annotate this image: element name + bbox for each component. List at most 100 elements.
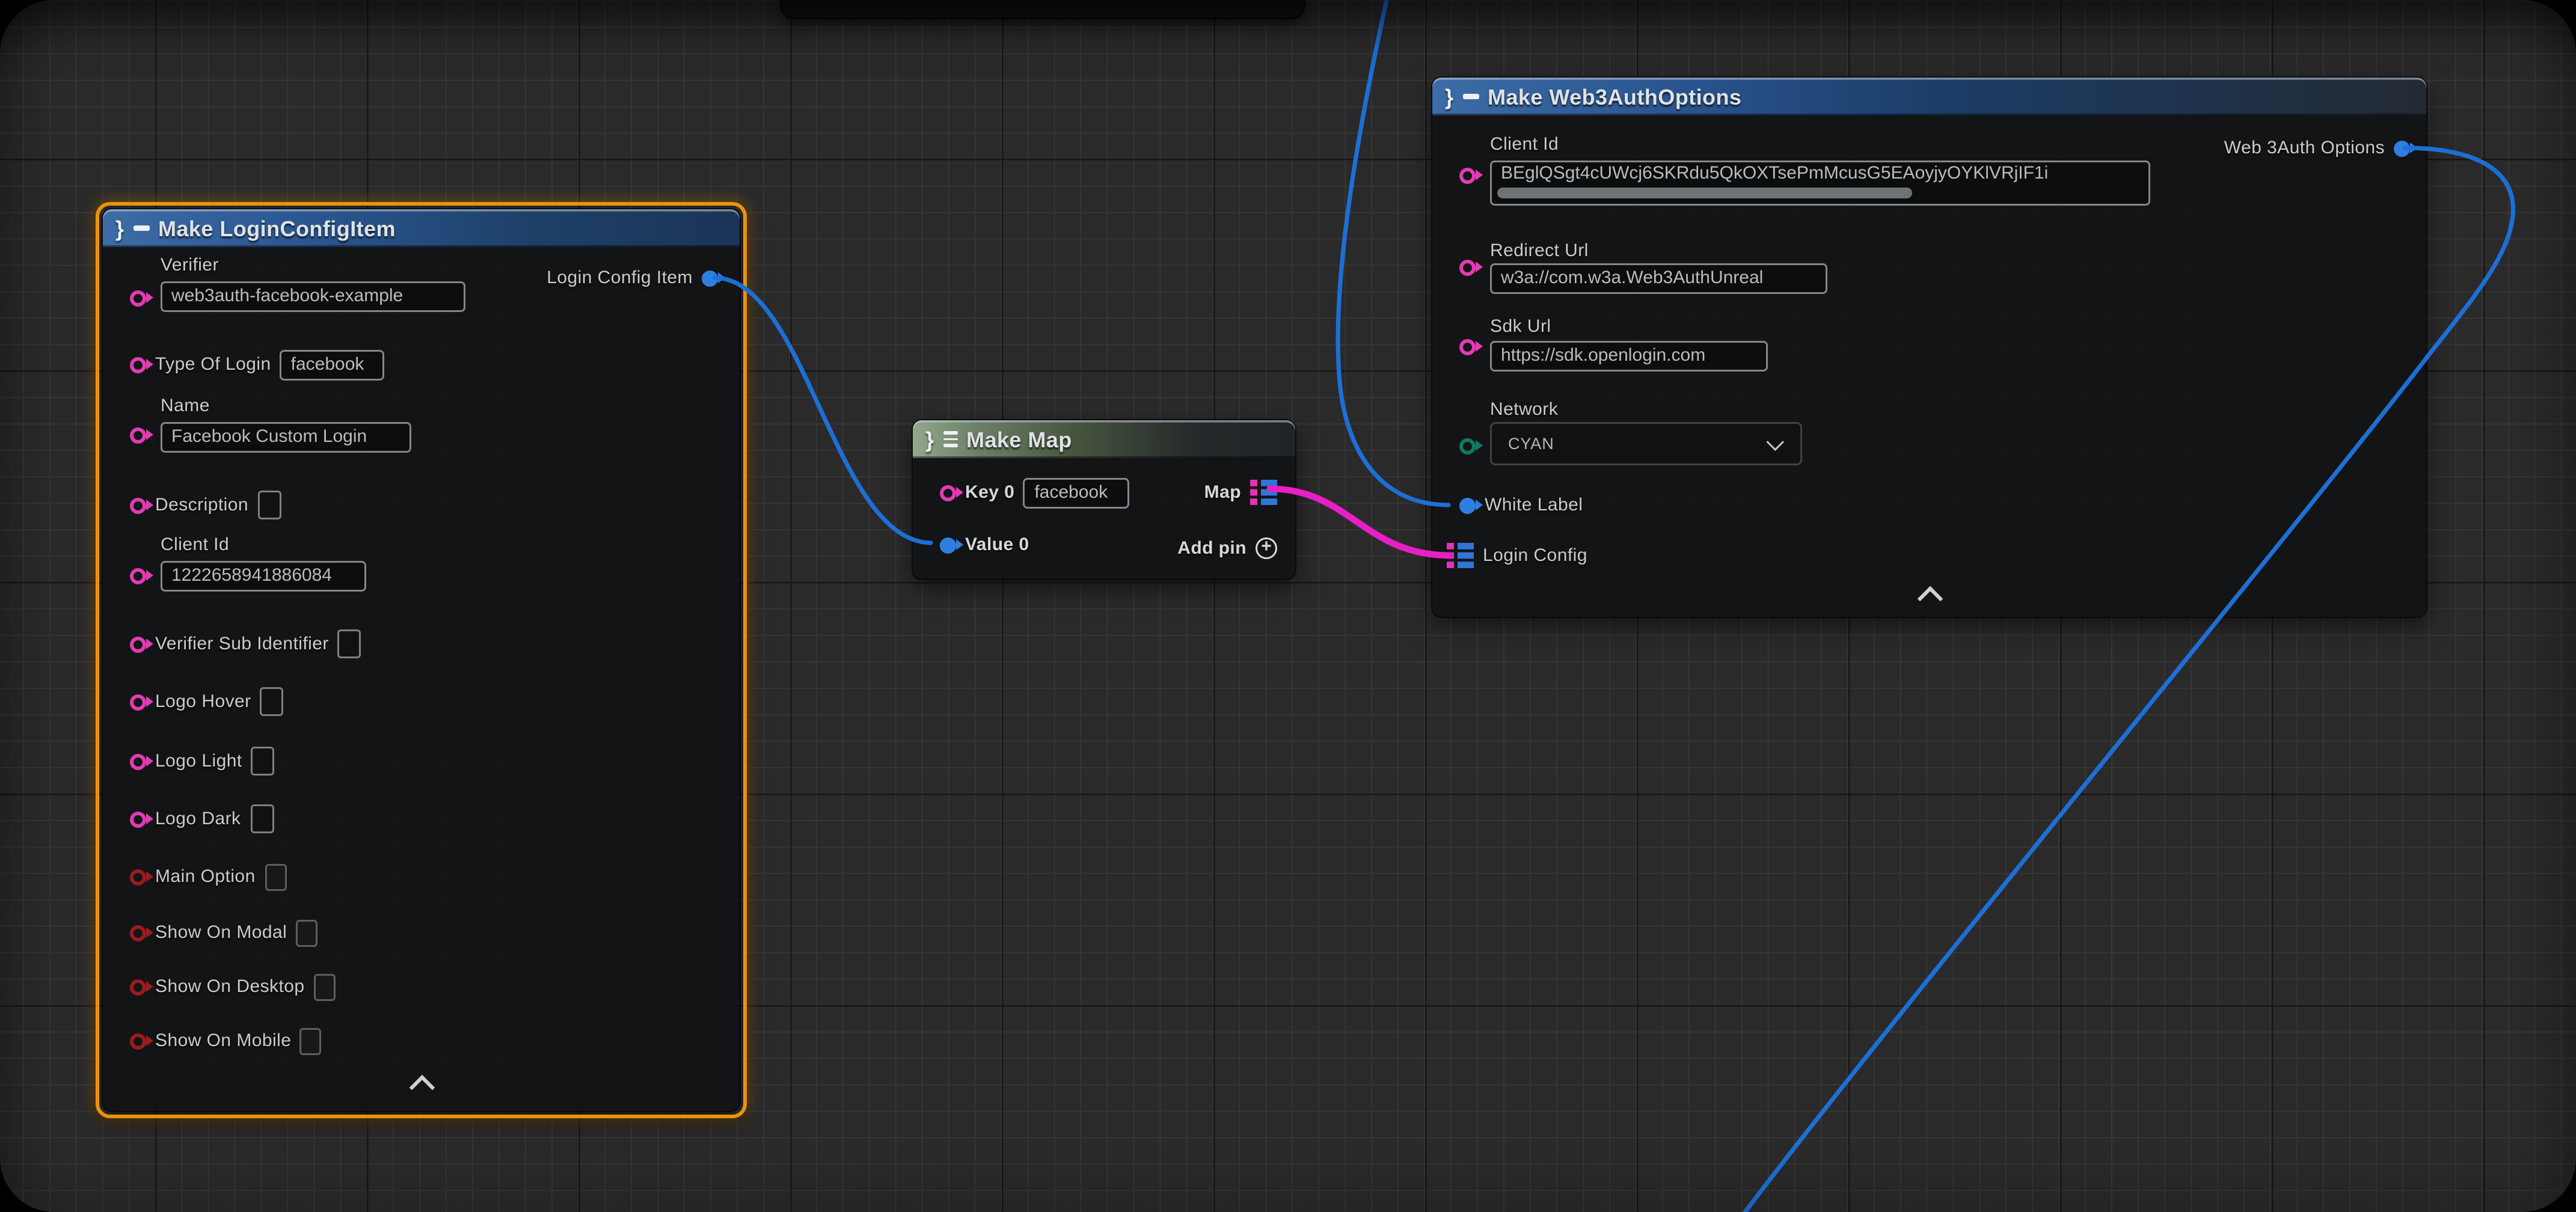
make-struct-icon: } — [1445, 86, 1453, 108]
type-of-login-input[interactable]: facebook — [280, 349, 385, 380]
wire-map-to-login-config[interactable] — [1270, 489, 1450, 556]
logo-dark-input[interactable] — [250, 804, 274, 833]
input-pin-show-on-desktop[interactable] — [130, 979, 146, 995]
pin-row-show-on-modal: Show On Modal — [130, 916, 317, 949]
partial-node-top[interactable] — [781, 0, 1304, 18]
show-on-mobile-checkbox[interactable] — [300, 1027, 322, 1054]
field-label: Show On Modal — [155, 923, 287, 943]
pin-row-web3auth-options-out: Web 3Auth Options — [2224, 132, 2410, 164]
show-on-modal-checkbox[interactable] — [296, 919, 317, 946]
output-pin-web3auth-options[interactable] — [2394, 140, 2410, 156]
input-pin-client-id[interactable] — [1459, 167, 1476, 183]
input-pin-type-of-login[interactable] — [130, 357, 146, 373]
field-label: Logo Light — [155, 751, 242, 771]
field-label: Main Option — [155, 867, 256, 887]
node-header[interactable]: } Make Map — [913, 420, 1295, 458]
node-header[interactable]: } Make Web3AuthOptions — [1432, 78, 2426, 115]
input-pin-client-id[interactable] — [130, 568, 146, 584]
pin-label: Web 3Auth Options — [2224, 138, 2385, 158]
input-pin-sdk-url[interactable] — [1459, 338, 1476, 355]
node-make-web3auth-options[interactable]: } Make Web3AuthOptions Web 3Auth Options… — [1432, 78, 2426, 617]
field-client-id: Client Id 1222658941886084 — [161, 536, 366, 592]
key-0-input[interactable]: facebook — [1023, 477, 1130, 508]
input-pin-verifier-sub-identifier[interactable] — [130, 636, 146, 652]
field-name: Name Facebook Custom Login — [161, 397, 411, 453]
collapse-chevron-icon[interactable] — [408, 1075, 434, 1100]
logo-hover-input[interactable] — [260, 687, 284, 716]
node-header[interactable]: } Make LoginConfigItem — [103, 209, 740, 247]
collapse-chevron-icon[interactable] — [1916, 586, 1942, 611]
pin-row-map-out: Map — [1204, 476, 1277, 509]
sdk-url-input[interactable]: https://sdk.openlogin.com — [1490, 341, 1768, 372]
input-pin-redirect-url[interactable] — [1459, 259, 1476, 275]
input-pin-logo-light[interactable] — [130, 753, 146, 770]
pin-row-value-0: Value 0 — [940, 528, 1029, 561]
node-make-login-config-item[interactable]: } Make LoginConfigItem Login Config Item… — [103, 209, 740, 1111]
pin-row-show-on-mobile: Show On Mobile — [130, 1024, 322, 1057]
input-pin-description[interactable] — [130, 497, 146, 513]
pin-row-type-of-login: Type Of Login facebook — [130, 348, 385, 381]
pin-row-main-option: Main Option — [130, 860, 286, 893]
field-label: Network — [1490, 400, 1802, 420]
output-pin-login-config-item[interactable] — [702, 270, 718, 286]
make-struct-icon-bar — [133, 225, 149, 231]
field-label: Login Config — [1483, 546, 1587, 566]
input-pin-value-0[interactable] — [940, 537, 956, 553]
node-title: Make LoginConfigItem — [158, 216, 396, 241]
field-label: Value 0 — [965, 535, 1029, 555]
input-pin-show-on-modal[interactable] — [130, 925, 146, 941]
input-pin-main-option[interactable] — [130, 869, 146, 885]
client-id-value: BEglQSgt4cUWcj6SKRdu5QkOXTsePmMcusG5EAoy… — [1501, 164, 2048, 184]
add-pin-icon: + — [1256, 537, 1277, 559]
field-label: Sdk Url — [1490, 317, 1768, 337]
pin-row-login-config-item-out: Login Config Item — [547, 262, 718, 294]
description-input[interactable] — [257, 491, 281, 519]
field-network: Network CYAN — [1490, 400, 1802, 465]
name-input[interactable]: Facebook Custom Login — [161, 422, 411, 453]
main-option-checkbox[interactable] — [265, 863, 286, 890]
chevron-down-icon — [1766, 432, 1784, 450]
make-struct-icon-bar — [1462, 94, 1479, 99]
pin-row-login-config: Login Config — [1447, 539, 1587, 572]
input-pin-white-label[interactable] — [1459, 497, 1476, 513]
blueprint-editor: } Make LoginConfigItem Login Config Item… — [0, 0, 2576, 1212]
add-pin-label: Add pin — [1177, 539, 1247, 559]
pin-row-key-0: Key 0 facebook — [940, 476, 1130, 509]
node-title: Make Map — [966, 427, 1072, 452]
input-pin-login-config[interactable] — [1447, 543, 1474, 568]
graph-canvas[interactable]: } Make LoginConfigItem Login Config Item… — [0, 0, 2576, 1212]
redirect-url-input[interactable]: w3a://com.w3a.Web3AuthUnreal — [1490, 263, 1827, 294]
output-pin-map[interactable] — [1250, 480, 1277, 505]
show-on-desktop-checkbox[interactable] — [314, 973, 336, 1000]
network-dropdown[interactable]: CYAN — [1490, 422, 1802, 465]
field-label: Client Id — [1490, 135, 2150, 155]
input-pin-verifier[interactable] — [130, 290, 146, 306]
field-label: Redirect Url — [1490, 242, 1827, 262]
node-make-map[interactable]: } Make Map Key 0 facebook Map Value 0 — [913, 420, 1295, 579]
input-pin-logo-dark[interactable] — [130, 811, 146, 827]
input-pin-logo-hover[interactable] — [130, 694, 146, 710]
client-id-input[interactable]: 1222658941886084 — [161, 561, 366, 592]
input-pin-network[interactable] — [1459, 438, 1476, 454]
field-verifier: Verifier web3auth-facebook-example — [161, 256, 465, 312]
field-label: Name — [161, 397, 411, 417]
field-label: White Label — [1485, 495, 1583, 515]
pin-row-logo-light: Logo Light — [130, 745, 275, 777]
input-pin-name[interactable] — [130, 427, 146, 443]
pin-label: Login Config Item — [547, 268, 693, 288]
wire-login-config-item-to-value0[interactable] — [714, 278, 931, 543]
client-id-input[interactable]: BEglQSgt4cUWcj6SKRdu5QkOXTsePmMcusG5EAoy… — [1490, 161, 2150, 206]
verifier-sub-identifier-input[interactable] — [338, 629, 361, 658]
logo-light-input[interactable] — [251, 747, 275, 776]
client-id-scrollbar[interactable] — [1497, 188, 1912, 198]
make-struct-icon: } — [115, 218, 124, 239]
verifier-input[interactable]: web3auth-facebook-example — [161, 281, 465, 312]
pin-label: Map — [1204, 483, 1241, 503]
add-pin-button[interactable]: Add pin + — [1177, 532, 1277, 565]
field-sdk-url: Sdk Url https://sdk.openlogin.com — [1490, 317, 1768, 372]
field-label: Client Id — [161, 536, 366, 556]
field-label: Type Of Login — [155, 355, 271, 375]
input-pin-show-on-mobile[interactable] — [130, 1033, 146, 1049]
field-label: Logo Hover — [155, 692, 251, 712]
input-pin-key-0[interactable] — [940, 485, 956, 501]
